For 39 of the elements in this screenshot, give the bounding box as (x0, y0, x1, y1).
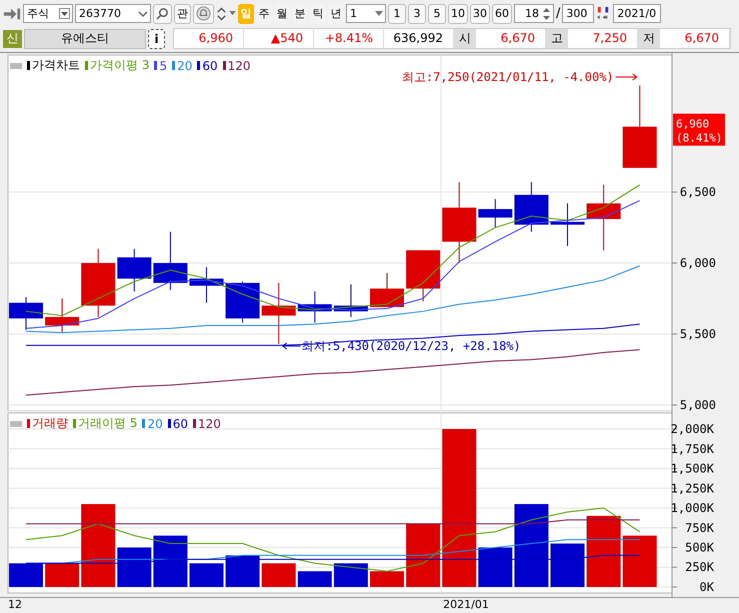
separator-text: / (556, 6, 560, 21)
axis-label: 1,250K (670, 481, 714, 496)
axis-label: 12 (8, 598, 22, 611)
quote-value: +8.41% (314, 29, 384, 48)
axis-label: 500K (685, 540, 714, 554)
axis-label: 750K (685, 520, 714, 535)
legend-item: 거래이평 5 (73, 415, 138, 432)
axis-label: 0K (700, 580, 714, 594)
axis-label: 1,000K (670, 501, 714, 515)
credit-badge: 신 (3, 30, 22, 48)
quote-value: 6,960 (174, 29, 244, 48)
axis-label: 6,000 (680, 256, 716, 270)
legend-item: 60 (168, 416, 188, 430)
price-tag-text: (8.41%) (676, 132, 722, 145)
quote-label: 시 (454, 29, 476, 48)
legend-item: 가격차트 (27, 57, 80, 74)
quote-value: 6,670 (660, 29, 730, 48)
legend-item: 60 (197, 58, 218, 72)
axis-label: 1,750K (670, 442, 714, 456)
quote-label: 고 (546, 29, 568, 48)
legend-item: 120 (193, 416, 221, 430)
quote-label: 저 (638, 29, 660, 48)
legend-item: 20 (142, 416, 163, 430)
legend-item: 5 (154, 58, 168, 72)
axis-label: 5,000 (680, 398, 716, 411)
price-tag-text: 6,960 (676, 118, 710, 131)
axis-label: 250K (685, 560, 714, 574)
legend-item: 거래량 (27, 415, 68, 432)
quote-value: ▲540 (244, 29, 314, 48)
legend-item: 20 (172, 58, 192, 72)
legend-item: 가격이평 3 (85, 57, 150, 74)
legend-item: 120 (222, 58, 251, 72)
high-annotation: 최고:7,250(2021/01/11, -4.00%) (402, 70, 614, 84)
axis-label: 2021/01 (443, 598, 489, 611)
axis-label: 1,500K (670, 462, 714, 476)
axis-label: 5,500 (680, 327, 716, 342)
axis-label: 6,500 (680, 185, 716, 200)
axis-label: 2,000K (670, 422, 714, 436)
low-annotation: 최저:5,430(2020/12/23, +28.18%) (302, 338, 521, 353)
